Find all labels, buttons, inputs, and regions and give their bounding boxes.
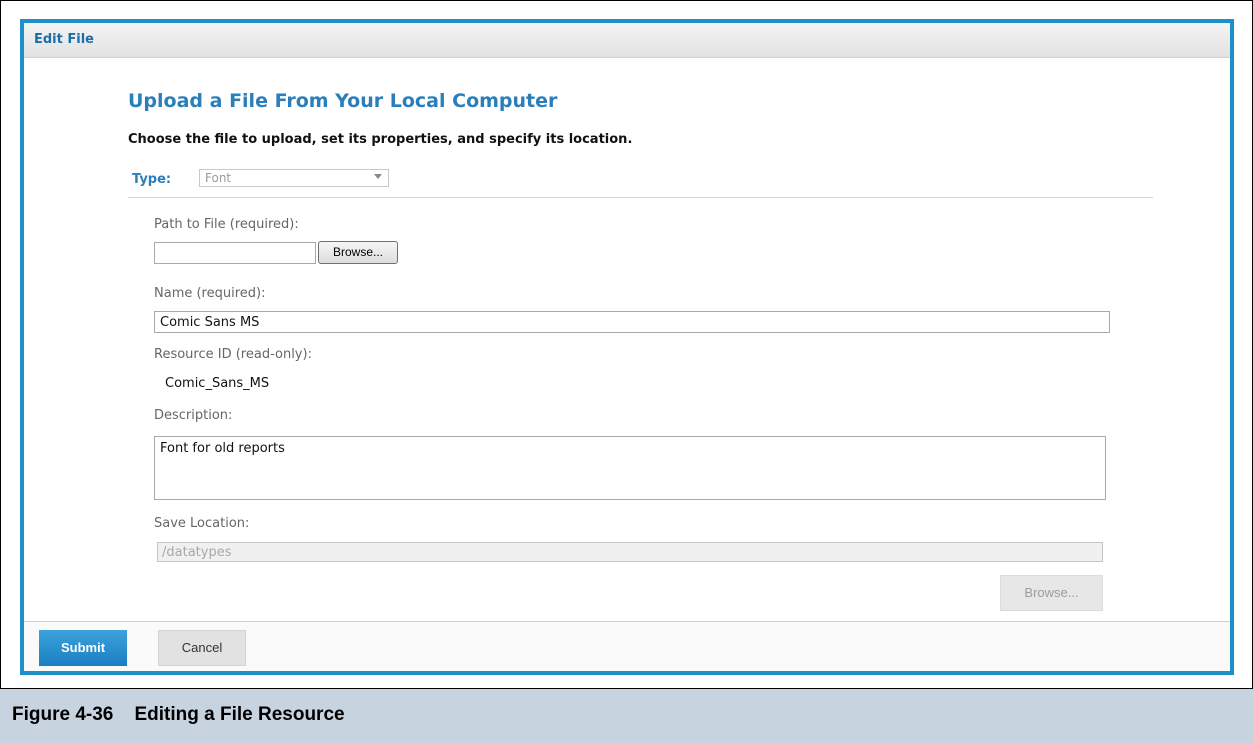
location-browse-button: Browse...: [1000, 575, 1103, 611]
type-select[interactable]: Font: [199, 169, 389, 187]
upload-heading: Upload a File From Your Local Computer: [128, 90, 558, 112]
figure-frame: Edit File Upload a File From Your Local …: [0, 0, 1253, 689]
save-location-field: /datatypes: [157, 542, 1103, 562]
save-location-label: Save Location:: [154, 516, 250, 531]
figure-caption: Figure 4-36 Editing a File Resource: [12, 704, 345, 725]
submit-button[interactable]: Submit: [39, 630, 127, 666]
description-textarea[interactable]: Font for old reports: [154, 436, 1106, 500]
cancel-button[interactable]: Cancel: [158, 630, 246, 666]
edit-file-dialog: Edit File Upload a File From Your Local …: [20, 19, 1234, 675]
type-select-value: Font: [205, 171, 232, 185]
dialog-header: Edit File: [24, 23, 1230, 58]
name-input[interactable]: Comic Sans MS: [154, 311, 1110, 333]
browse-file-button[interactable]: Browse...: [318, 241, 398, 264]
chevron-down-icon: [374, 174, 382, 179]
figure-caption-bar: Figure 4-36 Editing a File Resource: [0, 689, 1253, 743]
type-label: Type:: [132, 172, 172, 187]
resource-id-value: Comic_Sans_MS: [165, 376, 270, 391]
divider: [128, 197, 1153, 198]
dialog-title: Edit File: [34, 32, 94, 47]
name-label: Name (required):: [154, 286, 266, 301]
description-label: Description:: [154, 408, 233, 423]
resource-id-label: Resource ID (read-only):: [154, 347, 312, 362]
path-label: Path to File (required):: [154, 217, 299, 232]
path-input[interactable]: [154, 242, 316, 264]
instructions-text: Choose the file to upload, set its prope…: [128, 132, 633, 147]
dialog-footer: Submit Cancel: [24, 621, 1230, 671]
